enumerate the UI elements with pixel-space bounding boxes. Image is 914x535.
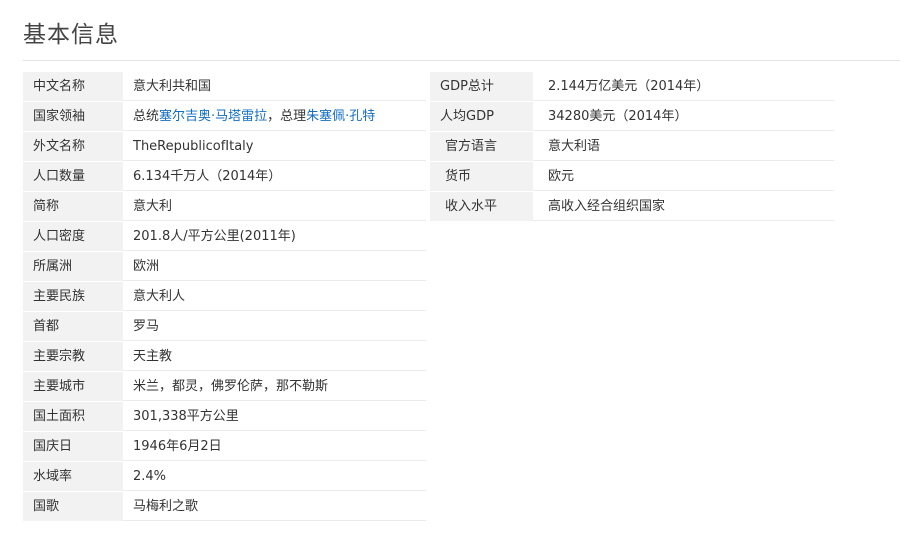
info-table-right: GDP总计 2.144万亿美元（2014年） 人均GDP 34280美元（201… bbox=[430, 72, 834, 222]
info-value: 6.134千万人（2014年） bbox=[123, 162, 426, 191]
info-value: 米兰，都灵，佛罗伦萨，那不勒斯 bbox=[123, 372, 426, 401]
info-value: 意大利 bbox=[123, 192, 426, 221]
info-label: 主要宗教 bbox=[23, 342, 123, 371]
info-row-capital: 首都 罗马 bbox=[23, 312, 426, 342]
info-row-currency: 货币 欧元 bbox=[430, 162, 834, 192]
info-row-anthem: 国歌 马梅利之歌 bbox=[23, 492, 426, 522]
info-value: 欧元 bbox=[533, 162, 834, 191]
president-prefix: 总统 bbox=[133, 109, 160, 124]
info-table-left: 中文名称 意大利共和国 国家领袖 总统塞尔吉奥·马塔雷拉，总理朱塞佩·孔特 外文… bbox=[23, 72, 426, 522]
info-row-gdp-per-capita: 人均GDP 34280美元（2014年） bbox=[430, 102, 834, 132]
info-row-ethnic-group: 主要民族 意大利人 bbox=[23, 282, 426, 312]
info-label: 国家领袖 bbox=[23, 102, 123, 131]
section-title: 基本信息 bbox=[23, 22, 119, 48]
info-row-population: 人口数量 6.134千万人（2014年） bbox=[23, 162, 426, 192]
info-label: 人均GDP bbox=[430, 102, 533, 131]
info-value: 意大利人 bbox=[123, 282, 426, 311]
info-value: 高收入经合组织国家 bbox=[533, 192, 834, 221]
info-row-chinese-name: 中文名称 意大利共和国 bbox=[23, 72, 426, 102]
info-row-leaders: 国家领袖 总统塞尔吉奥·马塔雷拉，总理朱塞佩·孔特 bbox=[23, 102, 426, 132]
info-value: TheRepublicofItaly bbox=[123, 132, 426, 161]
info-label: 货币 bbox=[430, 162, 533, 191]
info-label: 首都 bbox=[23, 312, 123, 341]
info-value: 2.144万亿美元（2014年） bbox=[533, 72, 834, 101]
info-row-national-day: 国庆日 1946年6月2日 bbox=[23, 432, 426, 462]
info-label: 官方语言 bbox=[430, 132, 533, 161]
info-value: 意大利语 bbox=[533, 132, 834, 161]
pm-prefix: ，总理 bbox=[267, 109, 307, 124]
info-value: 欧洲 bbox=[123, 252, 426, 281]
info-value: 2.4% bbox=[123, 462, 426, 491]
president-link[interactable]: 塞尔吉奥·马塔雷拉 bbox=[159, 109, 267, 124]
info-value: 301,338平方公里 bbox=[123, 402, 426, 431]
info-value: 马梅利之歌 bbox=[123, 492, 426, 521]
info-row-official-language: 官方语言 意大利语 bbox=[430, 132, 834, 162]
info-label: 主要城市 bbox=[23, 372, 123, 401]
info-value: 34280美元（2014年） bbox=[533, 102, 834, 131]
info-row-short-name: 简称 意大利 bbox=[23, 192, 426, 222]
info-row-cities: 主要城市 米兰，都灵，佛罗伦萨，那不勒斯 bbox=[23, 372, 426, 402]
info-value-leaders: 总统塞尔吉奥·马塔雷拉，总理朱塞佩·孔特 bbox=[123, 102, 426, 131]
info-row-density: 人口密度 201.8人/平方公里(2011年) bbox=[23, 222, 426, 252]
info-value: 意大利共和国 bbox=[123, 72, 426, 101]
info-label: 人口密度 bbox=[23, 222, 123, 251]
info-value: 1946年6月2日 bbox=[123, 432, 426, 461]
info-row-water-rate: 水域率 2.4% bbox=[23, 462, 426, 492]
info-label: 国歌 bbox=[23, 492, 123, 521]
info-label: 国庆日 bbox=[23, 432, 123, 461]
prime-minister-link[interactable]: 朱塞佩·孔特 bbox=[306, 109, 375, 124]
info-row-foreign-name: 外文名称 TheRepublicofItaly bbox=[23, 132, 426, 162]
info-label: 所属洲 bbox=[23, 252, 123, 281]
info-label: 国土面积 bbox=[23, 402, 123, 431]
info-row-continent: 所属洲 欧洲 bbox=[23, 252, 426, 282]
info-value: 201.8人/平方公里(2011年) bbox=[123, 222, 426, 251]
info-label: 水域率 bbox=[23, 462, 123, 491]
info-value: 天主教 bbox=[123, 342, 426, 371]
info-label: 人口数量 bbox=[23, 162, 123, 191]
info-label: 中文名称 bbox=[23, 72, 123, 101]
title-divider bbox=[23, 60, 900, 61]
info-label: 简称 bbox=[23, 192, 123, 221]
info-label: 外文名称 bbox=[23, 132, 123, 161]
info-label: GDP总计 bbox=[430, 72, 533, 101]
info-label: 主要民族 bbox=[23, 282, 123, 311]
info-row-income-level: 收入水平 高收入经合组织国家 bbox=[430, 192, 834, 222]
info-label: 收入水平 bbox=[430, 192, 533, 221]
info-row-religion: 主要宗教 天主教 bbox=[23, 342, 426, 372]
info-value: 罗马 bbox=[123, 312, 426, 341]
info-row-gdp-total: GDP总计 2.144万亿美元（2014年） bbox=[430, 72, 834, 102]
info-row-area: 国土面积 301,338平方公里 bbox=[23, 402, 426, 432]
